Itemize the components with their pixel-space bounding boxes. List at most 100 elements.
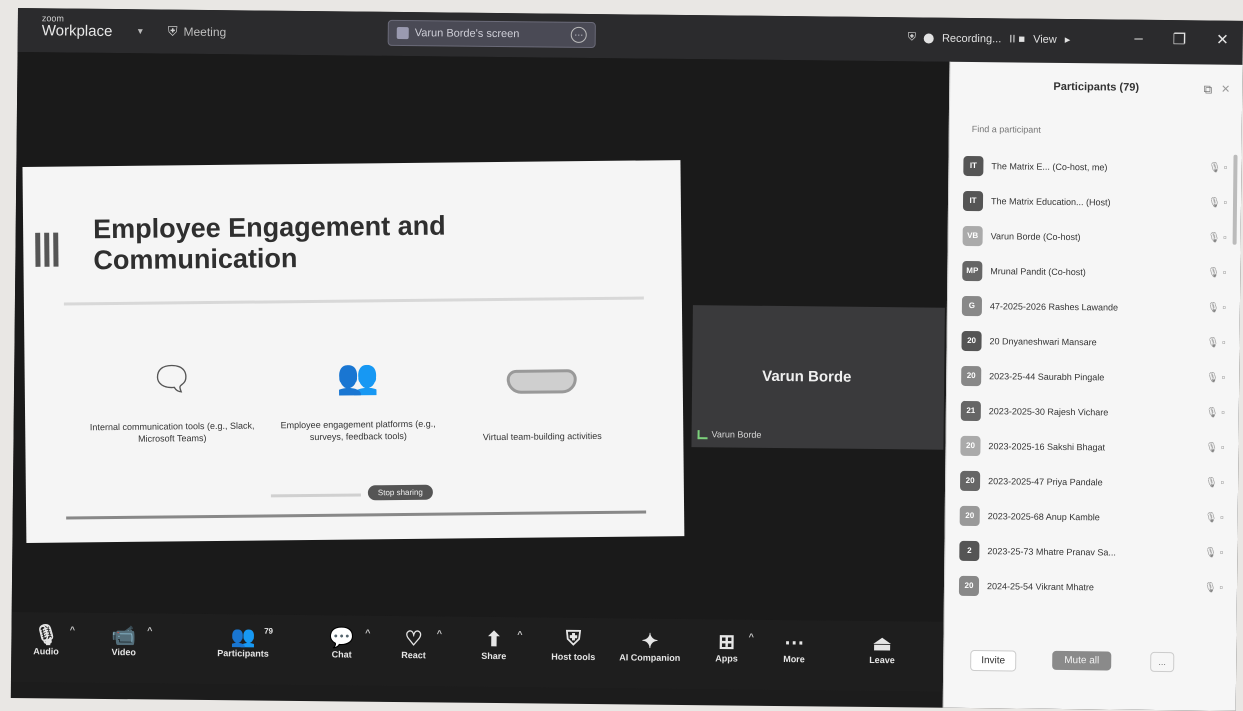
speaker-name: Varun Borde xyxy=(762,367,852,386)
shield-check-icon: ⛨ xyxy=(907,31,917,44)
shield-icon: ⛨ xyxy=(167,23,178,39)
participant-name: The Matrix Education... (Host) xyxy=(990,195,1111,207)
microphone-muted-icon: 🎙 xyxy=(33,624,59,647)
chevron-up-icon[interactable]: ^ xyxy=(147,625,152,635)
signal-icon xyxy=(697,429,708,439)
participant-name: 2023-2025-16 Sakshi Bhagat xyxy=(988,440,1106,452)
chat-label: Chat xyxy=(331,649,352,660)
speaker-tile[interactable]: Varun Borde Varun Borde xyxy=(691,305,945,450)
participant-row[interactable]: 20 2023-2025-16 Sakshi Bhagat 🎙 ▫ xyxy=(960,428,1225,466)
slide-item: Virtual team-building activities xyxy=(456,355,627,444)
participant-name: Varun Borde (Co-host) xyxy=(990,230,1081,242)
recording-label: Recording... xyxy=(941,32,1002,45)
screen-icon xyxy=(396,26,409,40)
video-button[interactable]: 📹 Video ^ xyxy=(111,623,152,658)
participant-name: Mrunal Pandit (Co-host) xyxy=(990,265,1086,277)
heart-icon: ♡ xyxy=(404,628,423,651)
close-icon[interactable]: ✕ xyxy=(1221,83,1230,96)
slide-title: Employee Engagement and Communication xyxy=(92,210,446,276)
avatar: 20 xyxy=(959,505,980,526)
close-button[interactable]: ✕ xyxy=(1216,31,1229,49)
video-label: Video xyxy=(111,647,136,658)
meeting-indicator[interactable]: ⛨ Meeting xyxy=(168,24,227,41)
participant-row[interactable]: 20 20 Dnyaneshwari Mansare 🎙 ▫ xyxy=(961,323,1226,361)
chat-button[interactable]: 💬 Chat ^ xyxy=(329,625,370,660)
minimize-button[interactable]: – xyxy=(1134,30,1143,48)
view-options-icon[interactable]: ▸ xyxy=(1065,33,1071,46)
popout-icon[interactable]: ⧉ xyxy=(1204,82,1213,97)
exit-door-icon: ⏏ xyxy=(872,632,892,656)
host-tools-button[interactable]: ⛨ Host tools xyxy=(551,628,595,662)
recording-indicator[interactable]: ⛨ Recording... II ■ View ▸ xyxy=(908,31,1071,46)
mic-video-status-icon: 🎙 ▫ xyxy=(1206,302,1226,314)
leave-button[interactable]: ⏏ Leave xyxy=(869,631,895,665)
mic-video-status-icon: 🎙 ▫ xyxy=(1204,547,1224,559)
ai-companion-button[interactable]: ✦ AI Companion xyxy=(619,628,680,663)
participant-row[interactable]: 2 2023-25-73 Mhatre Pranav Sa... 🎙 ▫ xyxy=(959,533,1223,571)
screen-share-tab[interactable]: Varun Borde's screen ⋯ xyxy=(387,19,596,49)
participant-row[interactable]: G 47-2025-2026 Rashes Lawande 🎙 ▫ xyxy=(961,288,1226,326)
react-button[interactable]: ♡ React ^ xyxy=(401,626,442,661)
participants-count: 79 xyxy=(264,626,274,636)
sparkle-icon: ✦ xyxy=(641,630,659,653)
participant-row[interactable]: 20 2023-25-44 Saurabh Pingale 🎙 ▫ xyxy=(961,358,1225,396)
more-button[interactable]: ⋯ More xyxy=(783,630,805,664)
participant-row[interactable]: 20 2023-2025-68 Anup Kamble 🎙 ▫ xyxy=(959,498,1224,536)
participants-label: Participants xyxy=(217,648,269,659)
stop-sharing-button[interactable]: Stop sharing xyxy=(367,484,433,501)
leave-label: Leave xyxy=(869,654,895,666)
participant-row[interactable]: VB Varun Borde (Co-host) 🎙 ▫ xyxy=(962,218,1227,256)
participant-row[interactable]: IT The Matrix E... (Co-host, me) 🎙 ▫ xyxy=(963,148,1227,186)
participant-row[interactable]: 21 2023-2025-30 Rajesh Vichare 🎙 ▫ xyxy=(960,393,1225,431)
chevron-up-icon[interactable]: ^ xyxy=(437,628,442,638)
meeting-label: Meeting xyxy=(183,24,227,40)
vr-headset-icon xyxy=(457,369,628,423)
share-button[interactable]: ⬆ Share ^ xyxy=(481,627,522,662)
mic-video-status-icon: 🎙 ▫ xyxy=(1203,582,1224,594)
mic-video-status-icon: 🎙 ▫ xyxy=(1208,162,1228,174)
chat-icon: 💬 xyxy=(329,627,355,650)
share-label: Share xyxy=(481,650,507,662)
participant-row[interactable]: IT The Matrix Education... (Host) 🎙 ▫ xyxy=(962,183,1227,221)
recording-controls[interactable]: II ■ xyxy=(1009,33,1025,45)
avatar: G xyxy=(961,295,983,316)
view-button[interactable]: View xyxy=(1033,33,1057,45)
panel-footer: Invite Mute all ... xyxy=(944,642,1236,685)
panel-scrollbar[interactable] xyxy=(1232,154,1238,245)
chevron-up-icon[interactable]: ^ xyxy=(70,625,75,635)
apps-button[interactable]: ⊞ Apps ^ xyxy=(715,629,754,663)
invite-button[interactable]: Invite xyxy=(970,650,1017,672)
audio-button[interactable]: 🎙 Audio ^ xyxy=(33,622,75,656)
slide-item-caption: Virtual team-building activities xyxy=(482,430,602,443)
people-group-icon: 👥 xyxy=(336,358,380,397)
chevron-up-icon[interactable]: ^ xyxy=(365,628,370,638)
participant-row[interactable]: MP Mrunal Pandit (Co-host) 🎙 ▫ xyxy=(962,253,1226,291)
avatar: 20 xyxy=(961,365,982,386)
participant-name: 20 Dnyaneshwari Mansare xyxy=(989,335,1097,347)
participant-row[interactable]: 20 2023-2025-47 Priya Pandale 🎙 ▫ xyxy=(960,463,1224,501)
participants-button[interactable]: 👥 Participants 79 xyxy=(217,624,273,659)
meeting-stage: Employee Engagement and Communication 🗨 … xyxy=(11,51,950,622)
react-label: React xyxy=(401,650,426,661)
mute-all-button[interactable]: Mute all xyxy=(1052,650,1112,671)
avatar: IT xyxy=(963,155,984,176)
maximize-button[interactable]: ❐ xyxy=(1173,30,1187,48)
zoom-logo: zoom Workplace xyxy=(41,13,113,40)
slide-accent-bars xyxy=(35,232,59,267)
avatar: 20 xyxy=(960,435,981,456)
participant-row[interactable]: 20 2024-25-54 Vikrant Mhatre 🎙 ▫ xyxy=(958,568,1224,606)
speaker-label-text: Varun Borde xyxy=(711,429,762,440)
chevron-up-icon[interactable]: ^ xyxy=(517,629,522,639)
more-options-button[interactable]: ... xyxy=(1150,651,1175,673)
chevron-up-icon[interactable]: ^ xyxy=(749,632,754,642)
participant-name: 47-2025-2026 Rashes Lawande xyxy=(989,300,1119,313)
video-off-icon: 📹 xyxy=(111,625,137,648)
brand-name: Workplace xyxy=(41,22,113,40)
options-icon[interactable]: ⋯ xyxy=(570,26,587,43)
screen-share-label: Varun Borde's screen xyxy=(414,27,520,41)
slide-item: 🗨 Internal communication tools (e.g., Sl… xyxy=(86,359,257,446)
window-controls: – ❐ ✕ xyxy=(1134,30,1229,49)
participant-search-input[interactable] xyxy=(971,117,1212,143)
meeting-toolbar: 🎙 Audio ^ 📹 Video ^ 👥 Participants 79 💬 … xyxy=(10,611,944,692)
chevron-down-icon[interactable]: ▾ xyxy=(138,26,143,37)
